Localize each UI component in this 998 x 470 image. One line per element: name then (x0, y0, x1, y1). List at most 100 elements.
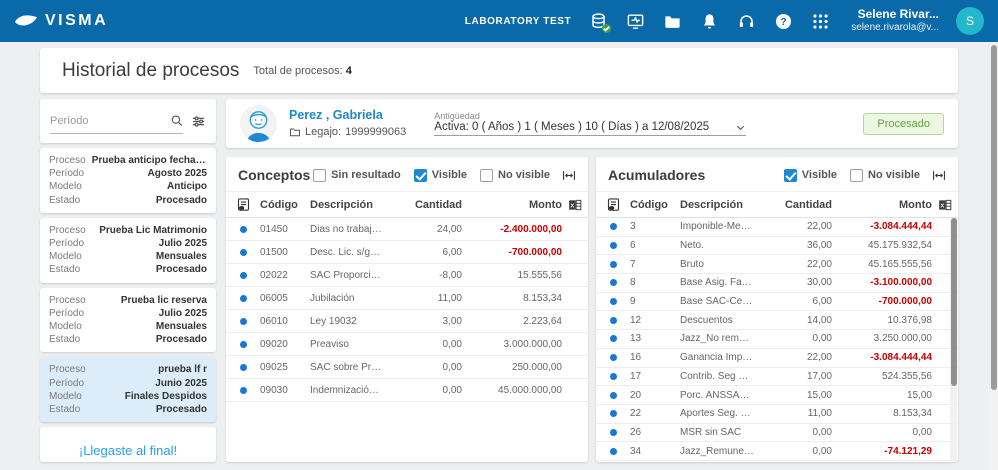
descripcion-cell: Indemnización por Antigüed... (310, 384, 390, 396)
cantidad-cell: 30,00 (806, 277, 832, 289)
apps-grid-icon[interactable] (810, 11, 830, 31)
acumuladores-table-row[interactable]: 9 Base SAC-Cert-Desp 6,00 -700.000,00 (596, 293, 958, 312)
page-scrollbar[interactable] (990, 42, 998, 470)
cantidad-cell: 6,00 (442, 246, 462, 258)
modelo-label: Modelo (49, 390, 82, 402)
acumuladores-table-row[interactable]: 12 Descuentos 14,00 10.376,98 (596, 311, 958, 331)
filter-label: No visible (868, 169, 920, 181)
monitor-icon[interactable] (625, 11, 645, 31)
period-search-input[interactable] (50, 114, 170, 127)
filter-sliders-icon[interactable] (191, 114, 206, 129)
excel-export-icon[interactable]: X (562, 198, 588, 212)
excel-export-icon[interactable]: X (932, 198, 958, 212)
folder-icon[interactable] (662, 11, 682, 31)
descripcion-header: Descripción (680, 198, 743, 211)
conceptos-table-row[interactable]: 02022 SAC Proporcional -8,00 15.555,56 (226, 264, 588, 287)
descripcion-cell: Jazz_No remunerativos (680, 333, 760, 345)
periodo-label: Período (49, 307, 85, 319)
acumuladores-table-row[interactable]: 20 Porc. ANSSAL Calculado 15,00 15,00 (596, 386, 958, 405)
help-icon[interactable]: ? (773, 11, 793, 31)
codigo-cell: 13 (630, 333, 642, 345)
acumuladores-table-row[interactable]: 17 Contrib. Seg Soc. 17,00 524.355,56 (596, 368, 958, 387)
user-name: Selene Rivar... (857, 7, 939, 22)
descripcion-cell: Preaviso (310, 338, 349, 350)
acumuladores-table-row[interactable]: 13 Jazz_No remunerativos 0,00 3.250.000,… (596, 330, 958, 349)
acumuladores-table-row[interactable]: 22 Aportes Seg. Soc. 11,00 8.153,34 (596, 405, 958, 424)
acumuladores-table-row[interactable]: 3 Imponible-Mensual 22,00 -3.084.444,44 (596, 218, 958, 237)
conceptos-table-row[interactable]: 06010 Ley 19032 3,00 2.223,64 (226, 310, 588, 333)
database-status-badge (602, 24, 612, 33)
visma-logo[interactable]: VISMA (14, 12, 108, 30)
codigo-cell: 26 (630, 426, 642, 438)
descripcion-cell: Ganancia Imponible (680, 352, 760, 364)
filter-checkbox[interactable]: Visible (413, 168, 467, 182)
antiguedad-label: Antigüedad (434, 111, 480, 121)
acumuladores-table-row[interactable]: 34 Jazz_Remuneracion1 0,00 -74.121,29 (596, 442, 958, 461)
row-status-dot (239, 225, 247, 233)
modelo-label: Modelo (49, 321, 82, 333)
column-visibility-icon[interactable] (596, 197, 630, 212)
expand-panel-icon[interactable] (562, 169, 576, 182)
codigo-header: Código (630, 198, 668, 211)
row-status-dot (239, 317, 247, 325)
acumuladores-scrollbar-thumb[interactable] (950, 218, 957, 386)
checkbox[interactable] (783, 168, 797, 182)
search-icon[interactable] (170, 113, 183, 128)
descripcion-cell: Porc. ANSSAL Calculado (680, 389, 760, 401)
checkbox[interactable] (413, 168, 427, 182)
row-status-dot (609, 242, 617, 250)
checkbox[interactable] (480, 168, 494, 182)
estado-label: Estado (49, 194, 81, 206)
filter-checkbox[interactable]: Visible (783, 168, 837, 182)
cantidad-cell: 6,00 (812, 296, 832, 308)
cantidad-header: Cantidad (784, 198, 832, 211)
svg-text:X: X (570, 203, 574, 209)
page-title: Historial de procesos (62, 59, 240, 81)
estado-label: Estado (49, 404, 81, 416)
estado-value: Procesado (155, 404, 207, 416)
database-icon[interactable] (588, 11, 612, 33)
expand-panel-icon[interactable] (932, 169, 946, 182)
process-list-item[interactable]: Proceso Prueba lic reserva Período Julio 2… (40, 287, 216, 353)
antiguedad-select[interactable]: Activa: 0 ( Años ) 1 ( Meses ) 10 ( Días… (434, 121, 747, 136)
conceptos-table-row[interactable]: 09020 Preaviso 0,00 3.000.000,00 (226, 333, 588, 356)
periodo-value: Julio 2025 (158, 238, 207, 250)
conceptos-table-row[interactable]: 09030 Indemnización por Antigüed... 0,00… (226, 379, 588, 402)
codigo-cell: 12 (630, 314, 642, 326)
cantidad-cell: 14,00 (806, 314, 832, 326)
acumuladores-table-row[interactable]: 26 MSR sin SAC 0,00 0,00 (596, 424, 958, 443)
monto-cell: 3.250.000,00 (873, 333, 932, 345)
conceptos-table-row[interactable]: 09025 SAC sobre Preaviso 0,00 250.000,00 (226, 356, 588, 379)
checkbox[interactable] (313, 168, 327, 182)
filter-checkbox[interactable]: No visible (480, 168, 550, 182)
brand-text: VISMA (45, 12, 109, 29)
acumuladores-table-row[interactable]: 8 Base Asig. Familiares 30,00 -3.100.000… (596, 274, 958, 293)
column-visibility-icon[interactable] (226, 197, 260, 212)
row-status-dot (609, 223, 617, 231)
headset-icon[interactable] (736, 11, 756, 31)
process-list-item[interactable]: Proceso Prueba Lic Matrimonio Período Juli… (40, 217, 216, 283)
codigo-cell: 06010 (260, 315, 288, 327)
conceptos-table-row[interactable]: 06005 Jubilación 11,00 8.153,34 (226, 287, 588, 310)
filter-checkbox[interactable]: Sin resultado (313, 168, 401, 182)
proceso-value: prueba lf r (158, 364, 207, 376)
row-status-dot (609, 447, 617, 455)
page-scrollbar-thumb[interactable] (991, 45, 997, 390)
conceptos-table-row[interactable]: 01450 Dias no trabajados 24,00 -2.400.00… (226, 218, 588, 241)
acumuladores-table-row[interactable]: 7 Bruto 22,00 45.165.555,56 (596, 255, 958, 275)
descripcion-cell: Imponible-Mensual (680, 221, 760, 233)
filter-label: No visible (498, 169, 550, 181)
checkbox[interactable] (850, 168, 864, 182)
acumuladores-scrollbar[interactable] (950, 218, 957, 460)
employee-name[interactable]: Perez , Gabriela (289, 107, 406, 125)
process-list-item[interactable]: Proceso prueba lf r Período Junio 2025 Mod… (40, 357, 216, 423)
filter-checkbox[interactable]: No visible (850, 168, 920, 182)
conceptos-table-row[interactable]: 01500 Desc. Lic. s/goce de Haberes 6,00 … (226, 241, 588, 264)
user-avatar[interactable]: S (956, 7, 984, 35)
proceso-value: Prueba Lic Matrimonio (99, 224, 207, 236)
process-list-item[interactable]: Proceso Prueba anticipo fecha pago j... P… (40, 148, 216, 213)
acumuladores-table-row[interactable]: 6 Neto. 36,00 45.175.932,54 (596, 237, 958, 256)
user-info[interactable]: Selene Rivar... selene.rivarola@v... (851, 7, 939, 35)
bell-icon[interactable] (699, 11, 719, 31)
acumuladores-table-row[interactable]: 16 Ganancia Imponible 22,00 -3.084.444,4… (596, 349, 958, 368)
